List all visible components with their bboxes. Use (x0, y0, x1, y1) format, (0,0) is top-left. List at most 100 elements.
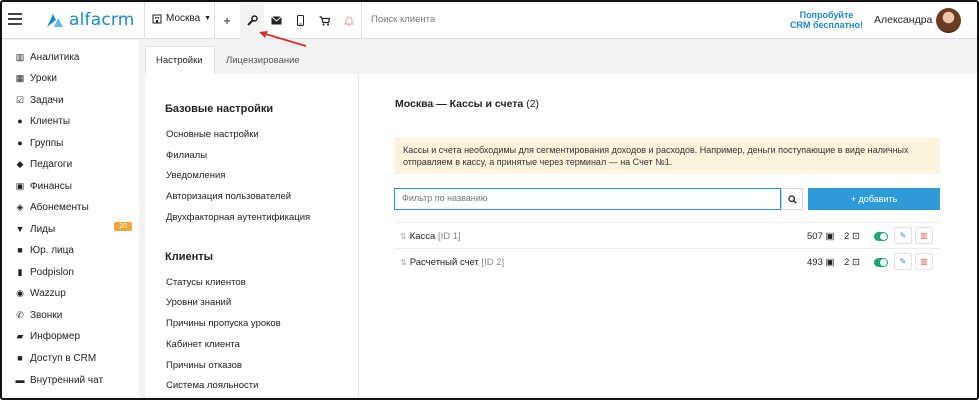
account-name: Расчетный счет (409, 257, 479, 268)
table-row[interactable]: ⇅ Расчетный счет [ID 2] 493 ▣ 2 ⊡ ✎ ▥ (394, 248, 940, 274)
cart-button[interactable] (312, 2, 336, 39)
sidebar-item-subscriptions[interactable]: ◈ Абонементы (14, 200, 136, 214)
add-button[interactable]: + (215, 2, 239, 39)
info-icon: ▰ (16, 330, 24, 341)
edit-button[interactable]: ✎ (894, 253, 912, 270)
edit-button[interactable]: ✎ (894, 227, 912, 244)
delete-button[interactable]: ▥ (915, 253, 933, 270)
unlock-icon: ⊡ (851, 231, 860, 242)
settings-link-refusal-reasons[interactable]: Причины отказов (166, 360, 242, 371)
sidebar-item-calls[interactable]: ✆ Звонки (14, 308, 136, 322)
drag-handle-icon[interactable]: ⇅ (400, 258, 407, 267)
cash-register-icon: ▣ (825, 231, 835, 242)
section-heading-clients: Клиенты (165, 251, 214, 263)
delete-button[interactable]: ▥ (915, 227, 933, 244)
logo-text: alfacrm (69, 10, 135, 30)
tasks-icon: ☑ (15, 94, 25, 105)
sidebar-item-wazzup[interactable]: ◉ Wazzup (14, 286, 136, 300)
sidebar-item-analytics[interactable]: ▥ Аналитика (14, 50, 136, 64)
sidebar-item-tasks[interactable]: ☑ Задачи (14, 93, 136, 107)
phone-icon (296, 15, 304, 26)
building-icon (152, 14, 162, 23)
trash-icon: ▥ (920, 231, 928, 240)
settings-nav: Базовые настройки Основные настройки Фил… (145, 74, 359, 398)
sidebar-item-crm-access[interactable]: ■ Доступ в CRM (14, 351, 136, 365)
settings-link-client-cabinet[interactable]: Кабинет клиента (166, 339, 240, 350)
logo[interactable]: alfacrm (44, 9, 135, 31)
graduation-cap-icon: ◆ (16, 158, 24, 169)
main-content: Москва — Кассы и счета (2) Кассы и счета… (359, 74, 977, 398)
logo-icon (47, 14, 63, 27)
settings-link-main[interactable]: Основные настройки (166, 129, 259, 140)
group-icon: ● (17, 138, 23, 148)
sidebar-item-groups[interactable]: ● Группы (14, 136, 136, 150)
account-enabled-toggle[interactable] (874, 232, 888, 241)
sidebar-item-lessons[interactable]: ▦ Уроки (14, 71, 136, 85)
avatar[interactable] (936, 8, 961, 33)
settings-link-branches[interactable]: Филиалы (166, 150, 207, 161)
account-amount: 507 ▣ (807, 231, 835, 242)
sidebar-item-internal-chat[interactable]: ▬ Внутренний чат (14, 373, 136, 387)
user-name[interactable]: Александра (874, 14, 932, 26)
top-bar: alfacrm Москва ▼ + Поиск клиента Попробу… (2, 2, 977, 39)
account-id: [ID 1] (437, 231, 461, 242)
sidebar-item-podpislon[interactable]: ▮ Podpislon (14, 265, 136, 279)
info-notice: Кассы и счета необходимы для сегментиров… (394, 138, 940, 174)
sidebar-item-finance[interactable]: ▣ Финансы (14, 179, 136, 193)
trash-icon: ▥ (920, 257, 928, 266)
filter-search-button[interactable] (781, 188, 803, 210)
account-id: [ID 2] (481, 257, 505, 268)
table-row[interactable]: ⇅ Касса [ID 1] 507 ▣ 2 ⊡ ✎ ▥ (394, 222, 940, 248)
cart-icon (319, 15, 330, 25)
branch-label: Москва (166, 13, 201, 24)
sidebar-item-clients[interactable]: ● Клиенты (14, 114, 136, 128)
client-search-input[interactable]: Поиск клиента (371, 14, 435, 25)
sidebar-item-teachers[interactable]: ◆ Педагоги (14, 157, 136, 171)
sidebar-item-leads[interactable]: ▼ Лиды 20 (14, 222, 136, 236)
pencil-icon: ✎ (899, 257, 907, 266)
cash-register-icon: ▣ (825, 257, 835, 268)
settings-link-knowledge-levels[interactable]: Уровни знаний (166, 297, 231, 308)
plus-icon: + (223, 13, 231, 28)
settings-link-loyalty[interactable]: Система лояльности (166, 380, 258, 391)
pencil-icon: ✎ (899, 231, 907, 240)
settings-link-user-auth[interactable]: Авторизация пользователей (166, 191, 291, 202)
promo-link[interactable]: Попробуйте CRM бесплатно! (789, 10, 864, 30)
chat-icon: ◉ (16, 287, 24, 298)
bell-icon (344, 16, 354, 26)
settings-link-2fa[interactable]: Двухфакторная аутентификация (166, 212, 310, 223)
branch-selector[interactable]: Москва ▼ (152, 13, 211, 24)
notifications-button[interactable] (337, 2, 361, 39)
app-window: alfacrm Москва ▼ + Поиск клиента Попробу… (0, 0, 979, 400)
document-icon: ▮ (17, 266, 23, 277)
filter-input[interactable]: Фильтр по названию (394, 188, 781, 210)
settings-link-absence-reasons[interactable]: Причины пропуска уроков (166, 318, 281, 329)
money-icon: ▣ (15, 180, 25, 191)
divider (361, 2, 362, 39)
leads-count-badge: 20 (114, 222, 132, 231)
sidebar: ▥ Аналитика ▦ Уроки ☑ Задачи ● Клиенты ● Груп… (2, 40, 139, 398)
account-enabled-toggle[interactable] (874, 258, 888, 267)
tab-settings[interactable]: Настройки (145, 46, 215, 74)
tab-licensing[interactable]: Лицензирование (216, 46, 316, 74)
annotation-arrow (259, 31, 307, 47)
wrench-icon (247, 14, 258, 26)
page-title: Москва — Кассы и счета (2) (395, 98, 540, 110)
calendar-icon: ▦ (15, 72, 25, 83)
settings-link-notifications[interactable]: Уведомления (166, 170, 225, 181)
drag-handle-icon[interactable]: ⇅ (400, 232, 407, 241)
sidebar-item-legal-entities[interactable]: ■ Юр. лица (14, 243, 136, 257)
settings-link-client-statuses[interactable]: Статусы клиентов (166, 277, 246, 288)
chevron-down-icon: ▼ (204, 15, 212, 22)
funnel-icon: ▼ (15, 224, 25, 234)
sidebar-item-informer[interactable]: ▰ Информер (14, 329, 136, 343)
unlock-icon: ⊡ (851, 257, 860, 268)
menu-icon[interactable] (8, 13, 22, 25)
add-account-button[interactable]: + добавить (808, 188, 940, 210)
access-count: 2 ⊡ (844, 257, 860, 268)
ticket-icon: ◈ (16, 201, 24, 212)
lock-icon: ■ (17, 353, 23, 363)
user-icon: ● (17, 116, 23, 126)
divider (144, 2, 145, 39)
account-name: Касса (409, 231, 436, 242)
